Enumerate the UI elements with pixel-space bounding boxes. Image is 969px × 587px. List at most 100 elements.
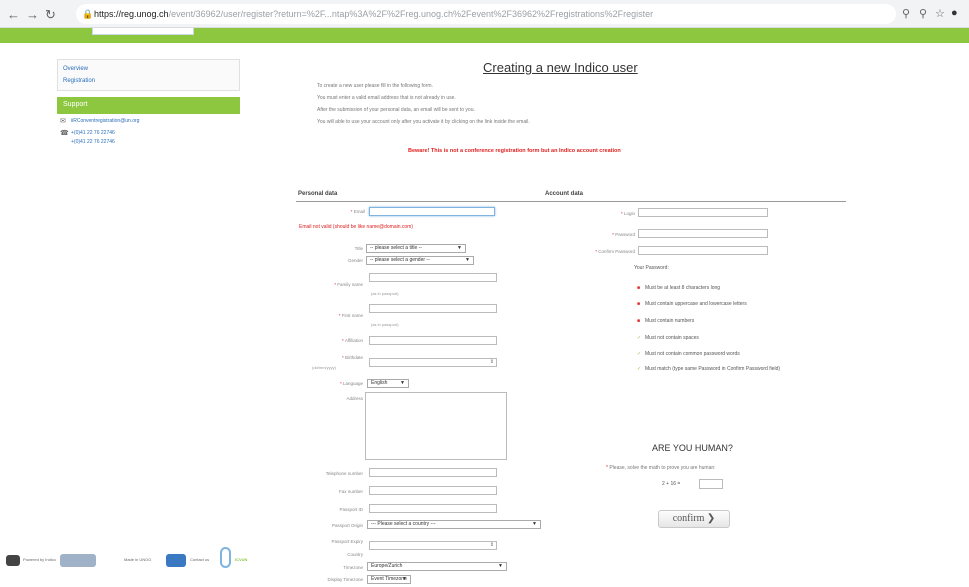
password-label: * Password <box>612 232 635 237</box>
captcha-question: 2 + 16 = <box>662 481 681 487</box>
gender-select[interactable]: -- please select a gender -- ▼ <box>366 256 474 265</box>
address-bar[interactable]: 🔒 https://reg.unog.ch/event/36962/user/r… <box>76 4 896 24</box>
captcha-heading: ARE YOU HUMAN? <box>652 443 733 453</box>
captcha-answer-field[interactable] <box>699 479 723 489</box>
password-rule-text: Must not contain common password words <box>645 351 740 357</box>
passport-expiry-label: Passport Expiry <box>331 539 363 544</box>
gender-select-value: -- please select a gender -- <box>370 257 430 263</box>
login-field[interactable] <box>638 208 768 217</box>
sidebar-item-registration[interactable]: Registration <box>63 75 234 87</box>
support-header: Support <box>57 97 240 114</box>
timezone-select[interactable]: Europe/Zurich ▼ <box>367 562 507 571</box>
passport-expiry-field[interactable]: ⇕ <box>369 541 497 550</box>
affiliation-field[interactable] <box>369 336 497 345</box>
family-name-field[interactable] <box>369 273 497 282</box>
header-tab <box>92 28 194 35</box>
confirm-password-label: * Confirm Password <box>595 249 635 254</box>
timezone-select-value: Europe/Zurich <box>371 563 403 569</box>
language-label-text: Language <box>342 381 363 386</box>
passport-id-field[interactable] <box>369 504 497 513</box>
footer-contact-link[interactable]: Contact us <box>190 557 209 562</box>
envelope-icon[interactable] <box>166 554 186 567</box>
spinner-icon[interactable]: ⇕ <box>490 359 494 365</box>
intro-text: To create a new user please fill in the … <box>317 80 530 128</box>
password-rule: ✓ Must not contain spaces <box>637 334 699 342</box>
email-label: * Email <box>350 209 365 214</box>
intro-line: After the submission of your personal da… <box>317 107 475 113</box>
password-rule-text: Must contain uppercase and lowercase let… <box>645 301 747 307</box>
checkmark-icon: ✓ <box>637 335 642 341</box>
password-label-text: Password <box>615 232 635 237</box>
title-select[interactable]: -- please select a title -- ▼ <box>366 244 466 253</box>
password-rule: ■ Must contain numbers <box>637 317 694 325</box>
forward-icon[interactable]: → <box>26 7 39 22</box>
support-phone[interactable]: ☎ +(0)41 22 76 22746 +(0)41 22 76 22746 <box>57 129 240 147</box>
sidebar: Overview Registration Support ✉ iiRConven… <box>57 59 240 147</box>
birthdate-hint: (dd/mm/yyyy) <box>312 365 336 370</box>
support-email[interactable]: ✉ iiRConventregistration@un.org <box>57 117 240 126</box>
email-error: Email not valid (should be like name@dom… <box>299 224 414 230</box>
telephone-label: Telephone number <box>325 471 363 476</box>
birthdate-label: * Birthdate <box>341 355 363 360</box>
chevron-down-icon: ▼ <box>498 563 503 569</box>
title-label: Title <box>354 246 363 251</box>
back-icon[interactable]: ← <box>7 7 20 22</box>
browser-toolbar: ← → ↻ 🔒 https://reg.unog.ch/event/36962/… <box>0 0 969 28</box>
section-divider <box>296 201 846 202</box>
display-timezone-label: Display Timezone <box>327 577 363 582</box>
support-email-text: iiRConventregistration@un.org <box>71 118 140 124</box>
url-host: https://reg.unog.ch <box>94 9 169 19</box>
password-requirements-heading: Your Password: <box>634 265 669 271</box>
reload-icon[interactable]: ↻ <box>45 7 56 23</box>
display-timezone-select[interactable]: Event Timezone ▼ <box>367 575 411 584</box>
password-field[interactable] <box>638 229 768 238</box>
language-select-value: English <box>371 380 388 386</box>
birthdate-field[interactable]: ⇕ <box>369 358 497 367</box>
zoom-icon[interactable]: ⚲ <box>919 7 927 20</box>
password-rule-text: Must match (type same Password in Confir… <box>645 366 781 372</box>
passport-origin-label: Passport Origin <box>331 523 363 528</box>
captcha-instruction: * Please, solve the math to prove you ar… <box>606 465 716 471</box>
spinner-icon[interactable]: ⇕ <box>490 542 494 548</box>
chevron-down-icon: ▼ <box>402 576 407 582</box>
title-select-value: -- please select a title -- <box>370 245 422 251</box>
intro-line: You will able to use your account only a… <box>317 119 530 125</box>
chevron-down-icon: ▼ <box>457 245 462 251</box>
support-phone-text-2: +(0)41 22 76 22746 <box>71 139 115 145</box>
family-name-hint: (as in passport) <box>371 291 399 296</box>
confirm-password-label-text: Confirm Password <box>598 249 635 254</box>
checkmark-icon: ✓ <box>637 366 642 372</box>
chevron-down-icon: ▼ <box>400 380 405 386</box>
lock-icon: 🔒 <box>82 9 94 19</box>
key-icon[interactable]: ⚲ <box>902 7 910 20</box>
address-label: Address <box>346 396 363 401</box>
unog-logo-icon <box>60 554 96 567</box>
footer: Powered by Indico Made in UNOG Contact u… <box>6 547 326 569</box>
language-select[interactable]: English ▼ <box>367 379 409 388</box>
telephone-field[interactable] <box>369 468 497 477</box>
gender-label: Gender <box>347 258 363 263</box>
footer-powered-by[interactable]: Powered by Indico <box>23 557 56 562</box>
star-icon[interactable]: ☆ <box>935 7 945 20</box>
profile-avatar-icon[interactable]: ● <box>951 7 958 19</box>
confirm-password-field[interactable] <box>638 246 768 255</box>
account-data-heading: Account data <box>545 191 584 197</box>
phone-icon: ☎ <box>60 130 69 137</box>
confirm-button[interactable]: confirm ❯ <box>658 510 730 528</box>
password-rule: ✓ Must match (type same Password in Confi… <box>637 365 849 373</box>
support-phone-text: +(0)41 22 76 22746 <box>71 130 115 136</box>
passport-id-label: Passport ID <box>339 507 363 512</box>
login-label: * Login <box>620 211 635 216</box>
passport-origin-select[interactable]: --- Please select a country --- ▼ <box>367 520 541 529</box>
affiliation-label: * Affiliation <box>342 338 363 343</box>
first-name-label: * First name <box>338 313 363 318</box>
password-rule: ■ Must be at least 8 characters long <box>637 284 720 292</box>
fax-field[interactable] <box>369 486 497 495</box>
sidebar-item-overview[interactable]: Overview <box>63 63 234 75</box>
mail-icon: ✉ <box>60 118 66 125</box>
first-name-field[interactable] <box>369 304 497 313</box>
email-field[interactable] <box>369 207 495 216</box>
address-textarea[interactable] <box>365 392 507 460</box>
first-name-label-text: First name <box>341 313 363 318</box>
intro-line: To create a new user please fill in the … <box>317 83 433 89</box>
